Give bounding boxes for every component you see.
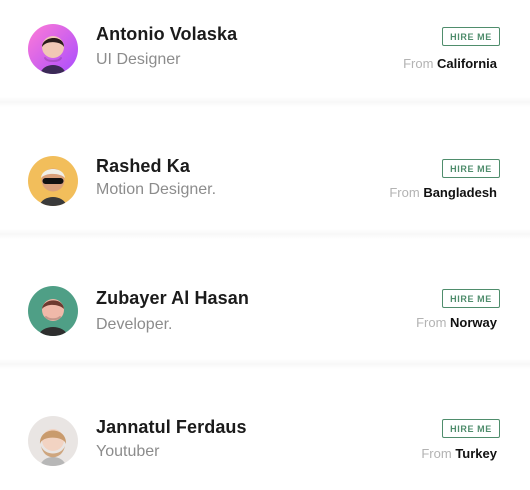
location-line: From Norway — [416, 315, 497, 330]
person-card: Antonio Volaska UI Designer HIRE ME From… — [0, 0, 530, 100]
from-label: From — [403, 56, 434, 71]
person-card: Jannatul Ferdaus Youtuber HIRE ME From T… — [0, 390, 530, 490]
from-label: From — [416, 315, 447, 330]
person-card: Zubayer Al Hasan Developer. HIRE ME From… — [0, 260, 530, 360]
from-label: From — [421, 446, 452, 461]
location-line: From Bangladesh — [389, 185, 497, 200]
divider — [0, 97, 530, 107]
avatar-image — [28, 156, 78, 206]
avatar — [28, 416, 78, 466]
hire-me-button[interactable]: HIRE ME — [442, 419, 500, 438]
person-card: Rashed Ka Motion Designer. HIRE ME From … — [0, 130, 530, 230]
divider — [0, 229, 530, 239]
location-name: Bangladesh — [423, 185, 497, 200]
hire-me-button[interactable]: HIRE ME — [442, 289, 500, 308]
location-name: California — [437, 56, 497, 71]
person-name: Antonio Volaska — [96, 24, 238, 44]
person-name: Rashed Ka — [96, 156, 190, 176]
person-name: Jannatul Ferdaus — [96, 417, 247, 437]
divider — [0, 359, 530, 369]
avatar — [28, 156, 78, 206]
person-role: UI Designer — [96, 51, 181, 68]
location-line: From California — [403, 56, 497, 71]
avatar — [28, 286, 78, 336]
location-name: Norway — [450, 315, 497, 330]
avatar-image — [28, 24, 78, 74]
people-list: Antonio Volaska UI Designer HIRE ME From… — [0, 0, 530, 490]
person-role: Youtuber — [96, 443, 160, 460]
avatar — [28, 24, 78, 74]
from-label: From — [389, 185, 420, 200]
location-line: From Turkey — [421, 446, 497, 461]
person-role: Developer. — [96, 316, 173, 333]
avatar-image — [28, 416, 78, 466]
avatar-image — [28, 286, 78, 336]
location-name: Turkey — [455, 446, 497, 461]
person-role: Motion Designer. — [96, 181, 217, 198]
person-name: Zubayer Al Hasan — [96, 288, 249, 308]
hire-me-button[interactable]: HIRE ME — [442, 27, 500, 46]
hire-me-button[interactable]: HIRE ME — [442, 159, 500, 178]
